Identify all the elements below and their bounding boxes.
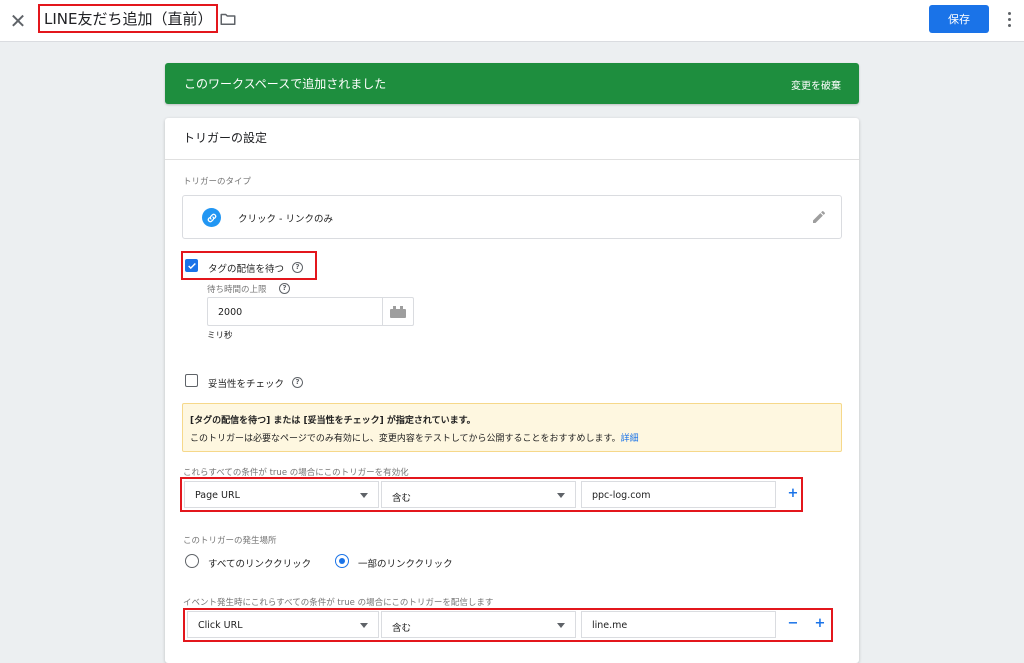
variable-icon[interactable]: [382, 298, 413, 325]
trigger-title[interactable]: LINE友だち追加（直前）: [44, 8, 212, 29]
fire-operator-select[interactable]: 含む: [381, 611, 576, 638]
add-icon[interactable]: +: [809, 611, 831, 638]
fire-value-input[interactable]: line.me: [581, 611, 776, 638]
trigger-type-label: トリガーのタイプ: [183, 177, 252, 187]
max-wait-value: 2000: [218, 307, 243, 318]
divider: [165, 159, 859, 160]
top-bar: ✕ LINE友だち追加（直前） 保存: [0, 0, 1024, 42]
radio-some-link-clicks[interactable]: [335, 554, 349, 568]
banner-message: このワークスペースで追加されました: [184, 77, 387, 91]
enable-operator-value: 含む: [392, 493, 412, 504]
chevron-down-icon: [360, 623, 368, 628]
wait-for-tags-label: タグの配信を待つ: [208, 264, 285, 275]
trigger-type-selector[interactable]: クリック - リンクのみ: [182, 195, 842, 239]
check-validation-label: 妥当性をチェック: [208, 379, 285, 390]
chevron-down-icon: [557, 493, 565, 498]
enable-variable-select[interactable]: Page URL: [184, 481, 379, 508]
notice-heading: [タグの配信を待つ] または [妥当性をチェック] が指定されています。: [190, 416, 476, 426]
fire-on-label: このトリガーの発生場所: [183, 536, 277, 546]
link-icon: [202, 208, 221, 227]
details-link[interactable]: 詳細: [621, 434, 639, 444]
wait-unit-label: ミリ秒: [207, 331, 233, 341]
enable-variable-value: Page URL: [195, 490, 240, 501]
wait-for-tags-checkbox[interactable]: [185, 259, 198, 272]
remove-icon[interactable]: −: [782, 611, 804, 638]
more-vert-icon[interactable]: [1002, 9, 1016, 31]
enable-value-input[interactable]: ppc-log.com: [581, 481, 776, 508]
trigger-type-name: クリック - リンクのみ: [238, 214, 333, 225]
enable-value-text: ppc-log.com: [592, 490, 651, 501]
radio-all-link-clicks[interactable]: [185, 554, 199, 568]
fire-conditions-label: イベント発生時にこれらすべての条件が true の場合にこのトリガーを配信します: [183, 598, 494, 608]
save-button[interactable]: 保存: [929, 5, 989, 33]
validation-notice: [タグの配信を待つ] または [妥当性をチェック] が指定されています。 このト…: [182, 403, 842, 452]
notice-body: このトリガーは必要なページでのみ有効にし、変更内容をテストしてから公開することを…: [190, 431, 639, 444]
workspace-banner: このワークスペースで追加されました 変更を破棄: [165, 63, 859, 104]
title-highlight-frame: LINE友だち追加（直前）: [38, 4, 219, 33]
max-wait-label: 待ち時間の上限: [207, 285, 267, 295]
chevron-down-icon: [360, 493, 368, 498]
trigger-config-card: トリガーの設定 トリガーのタイプ クリック - リンクのみ タグの配信を待つ ?…: [165, 118, 859, 663]
pencil-icon[interactable]: [811, 209, 827, 225]
fire-variable-value: Click URL: [198, 620, 243, 631]
help-icon[interactable]: ?: [279, 283, 290, 294]
close-icon[interactable]: ✕: [6, 9, 30, 33]
card-title: トリガーの設定: [183, 131, 268, 145]
notice-text: このトリガーは必要なページでのみ有効にし、変更内容をテストしてから公開することを…: [190, 434, 621, 444]
help-icon[interactable]: ?: [292, 377, 303, 388]
fire-value-text: line.me: [592, 620, 628, 631]
add-icon[interactable]: +: [782, 481, 804, 508]
folder-icon[interactable]: [219, 10, 237, 28]
enable-operator-select[interactable]: 含む: [381, 481, 576, 508]
chevron-down-icon: [557, 623, 565, 628]
radio-all-link-clicks-label: すべてのリンククリック: [208, 559, 312, 570]
fire-operator-value: 含む: [392, 623, 412, 634]
max-wait-input[interactable]: 2000: [207, 297, 414, 326]
fire-variable-select[interactable]: Click URL: [187, 611, 379, 638]
check-validation-checkbox[interactable]: [185, 374, 198, 387]
radio-some-link-clicks-label: 一部のリンククリック: [358, 559, 453, 570]
discard-changes-link[interactable]: 変更を破棄: [791, 77, 841, 92]
help-icon[interactable]: ?: [292, 262, 303, 273]
